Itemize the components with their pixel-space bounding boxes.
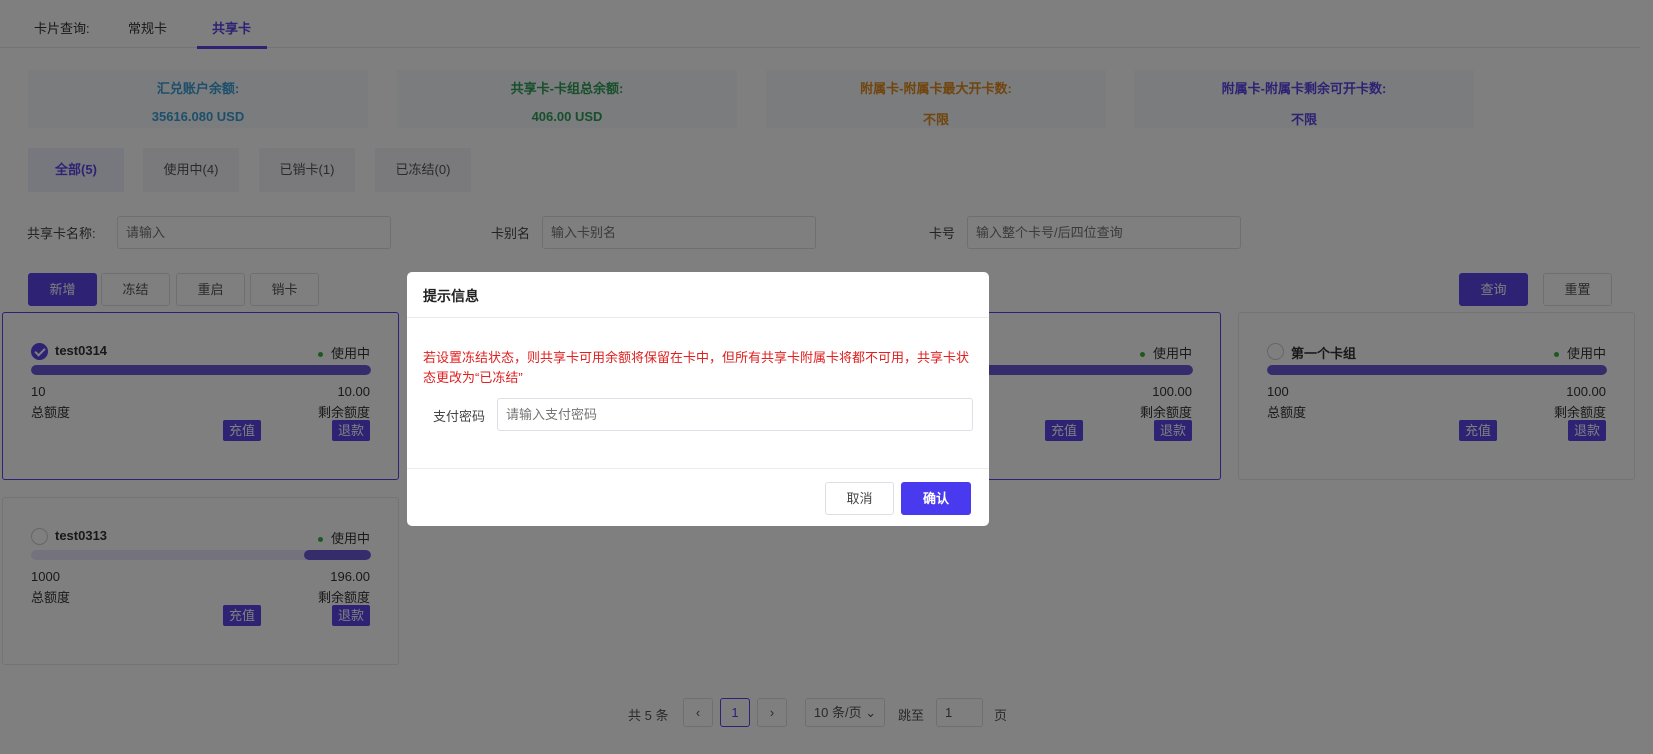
dialog-confirm-button[interactable]: 确认 <box>901 482 971 515</box>
dialog-warning-text: 若设置冻结状态，则共享卡可用余额将保留在卡中，但所有共享卡附属卡将都不可用，共享… <box>423 350 970 385</box>
freeze-confirm-dialog: 提示信息 若设置冻结状态，则共享卡可用余额将保留在卡中，但所有共享卡附属卡将都不… <box>407 272 989 526</box>
dialog-cancel-button[interactable]: 取消 <box>825 482 894 515</box>
dialog-header-divider <box>407 317 989 318</box>
dialog-footer-divider <box>407 468 989 469</box>
payment-password-label: 支付密码 <box>433 409 486 424</box>
dialog-title: 提示信息 <box>423 288 479 304</box>
payment-password-input[interactable] <box>497 398 973 431</box>
page: 卡片查询: 常规卡 共享卡 汇兑账户余额: 35616.080 USD 共享卡-… <box>0 0 1653 754</box>
